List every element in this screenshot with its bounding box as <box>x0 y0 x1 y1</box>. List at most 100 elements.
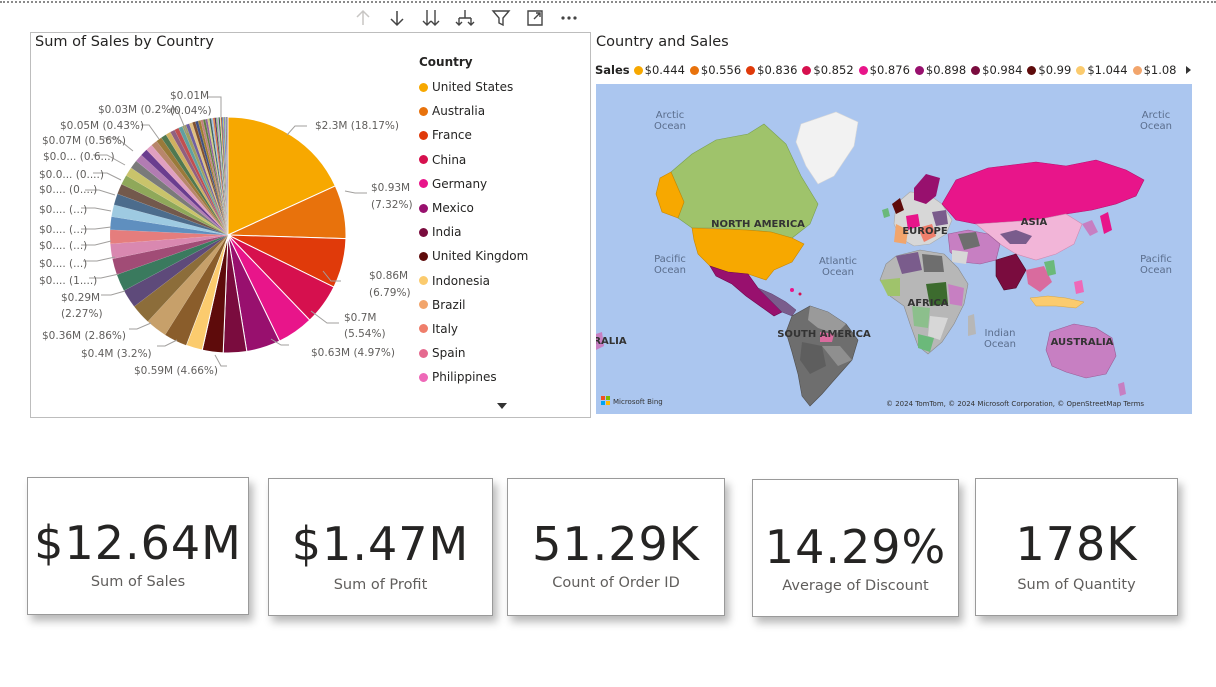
map-legend-item[interactable]: $0.444 <box>633 63 685 77</box>
map-legend-label: $0.556 <box>700 63 742 77</box>
card-value: $12.64M <box>34 516 242 570</box>
arrow-down-icon[interactable] <box>380 7 414 29</box>
card-label: Sum of Profit <box>333 577 428 593</box>
map-legend-item[interactable]: $1.08 <box>1132 63 1177 77</box>
map-legend-item[interactable]: $1.044 <box>1076 63 1128 77</box>
legend-next-arrow-icon[interactable] <box>1186 66 1191 74</box>
label-france-pct: (6.79%) <box>369 287 411 299</box>
map-legend-label: $0.984 <box>982 63 1023 77</box>
svg-text:Microsoft Bing: Microsoft Bing <box>613 398 663 406</box>
continent-label: NORTH AMERICA <box>711 219 805 230</box>
map-legend-item[interactable]: $0.984 <box>971 63 1022 77</box>
world-map[interactable]: Arctic Ocean Arctic Ocean Pacific Ocean … <box>596 84 1192 414</box>
label-small-9: $0.07M (0.56%) <box>42 135 126 147</box>
legend-label: China <box>432 152 467 167</box>
map-legend-item[interactable]: $0.836 <box>746 63 797 77</box>
legend-label: Germany <box>432 176 488 191</box>
legend-marker <box>802 65 812 75</box>
label-indonesia-pct: (2.27%) <box>61 308 103 320</box>
card-sum-of-sales[interactable]: $12.64M Sum of Sales <box>27 477 249 615</box>
label-france: $0.86M <box>369 270 408 282</box>
double-arrow-down-icon[interactable] <box>414 7 448 29</box>
expand-hierarchy-icon[interactable] <box>448 7 482 29</box>
ocean-label: Arctic <box>1142 110 1170 121</box>
label-small-13: (0.04%) <box>170 105 212 117</box>
legend-item[interactable]: Australia <box>419 99 579 123</box>
legend-label: Italy <box>432 321 459 336</box>
map-legend-label: $0.836 <box>757 63 798 77</box>
label-mexico: $0.59M (4.66%) <box>134 365 218 377</box>
continent-label: RALIA <box>596 336 627 347</box>
legend-label: Indonesia <box>432 273 491 288</box>
filter-icon[interactable] <box>484 7 518 29</box>
report-canvas-border <box>0 1 1216 3</box>
legend-label: Brazil <box>432 297 466 312</box>
map-legend-item[interactable]: $0.876 <box>858 63 910 77</box>
card-label: Sum of Sales <box>90 574 186 590</box>
map-legend-item[interactable]: $0.898 <box>914 63 966 77</box>
legend-marker <box>419 130 428 140</box>
map-legend: Sales $0.444 $0.556 $0.836 $0.852 $0.876 $0.8… <box>595 62 1182 78</box>
label-india: $0.4M (3.2%) <box>81 348 152 360</box>
label-united-states: $2.3M (18.17%) <box>315 120 399 132</box>
legend-item[interactable]: Indonesia <box>419 269 579 293</box>
label-small-2: $0.... (...) <box>39 258 87 270</box>
map-title: Country and Sales <box>596 34 729 50</box>
legend-item[interactable]: Spain <box>419 341 579 365</box>
legend-item[interactable]: France <box>419 123 579 147</box>
legend-item[interactable]: United States <box>419 75 579 99</box>
pie-chart-visual[interactable]: Sum of Sales by Country $2.3M (18.17%) $… <box>30 32 591 418</box>
label-small-11: $0.03M (0.2%) <box>98 104 175 116</box>
legend-title: Country <box>419 55 473 69</box>
legend-item[interactable]: Italy <box>419 317 579 341</box>
card-sum-of-quantity[interactable]: 178K Sum of Quantity <box>975 478 1178 616</box>
legend-marker <box>419 155 428 165</box>
label-china-pct: (5.54%) <box>344 328 386 340</box>
ocean-label: Ocean <box>822 267 854 278</box>
card-value: 51.29K <box>532 517 700 571</box>
label-small-8: $0.0... (0.6...) <box>43 151 115 163</box>
legend-item[interactable]: United Kingdom <box>419 244 579 268</box>
ocean-label: Ocean <box>1140 265 1172 276</box>
more-options-icon[interactable] <box>552 7 586 29</box>
card-count-of-order-id[interactable]: 51.29K Count of Order ID <box>507 478 725 616</box>
legend-item[interactable]: China <box>419 148 579 172</box>
card-average-of-discount[interactable]: 14.29% Average of Discount <box>752 479 959 617</box>
label-small-12: $0.01M <box>170 90 209 102</box>
focus-mode-icon[interactable] <box>518 7 552 29</box>
map-legend-item[interactable]: $0.556 <box>689 63 742 77</box>
map-legend-item[interactable]: $0.852 <box>802 63 854 77</box>
ocean-label: Ocean <box>1140 121 1172 132</box>
map-visual[interactable]: Country and Sales Sales $0.444 $0.556 $0.8… <box>595 32 1192 416</box>
pie-chart[interactable]: $2.3M (18.17%) $0.93M (7.32%) $0.86M (6.… <box>31 33 421 417</box>
card-label: Sum of Quantity <box>1017 577 1136 593</box>
legend-marker <box>689 65 699 75</box>
legend-item[interactable]: Mexico <box>419 196 579 220</box>
pie-slices <box>109 116 347 354</box>
label-small-1: $0.... (1....) <box>39 275 97 287</box>
legend-label: India <box>432 225 462 240</box>
label-australia-pct: (7.32%) <box>371 199 413 211</box>
legend-item[interactable]: Philippines <box>419 365 579 389</box>
legend-marker <box>419 82 428 92</box>
legend-item[interactable]: Brazil <box>419 293 579 317</box>
card-sum-of-profit[interactable]: $1.47M Sum of Profit <box>268 478 493 616</box>
legend-marker <box>419 227 428 237</box>
legend-marker <box>419 106 428 116</box>
map-legend-label: $1.08 <box>1143 63 1177 77</box>
ocean-label: Pacific <box>1140 254 1172 265</box>
legend-label: United Kingdom <box>432 249 529 264</box>
continent-label: AUSTRALIA <box>1051 337 1114 348</box>
map-legend-item[interactable]: $0.99 <box>1027 63 1071 77</box>
card-value: 178K <box>1015 517 1138 571</box>
legend-item[interactable]: Germany <box>419 172 579 196</box>
legend-scroll-down-icon[interactable] <box>497 403 507 409</box>
legend-item[interactable]: India <box>419 220 579 244</box>
label-small-10: $0.05M (0.43%) <box>60 120 144 132</box>
continent-label: EUROPE <box>902 226 947 237</box>
label-china: $0.7M <box>344 312 376 324</box>
arrow-up-icon[interactable] <box>346 7 380 29</box>
legend-marker <box>419 324 428 334</box>
label-australia: $0.93M <box>371 182 410 194</box>
ocean-label: Ocean <box>984 339 1016 350</box>
